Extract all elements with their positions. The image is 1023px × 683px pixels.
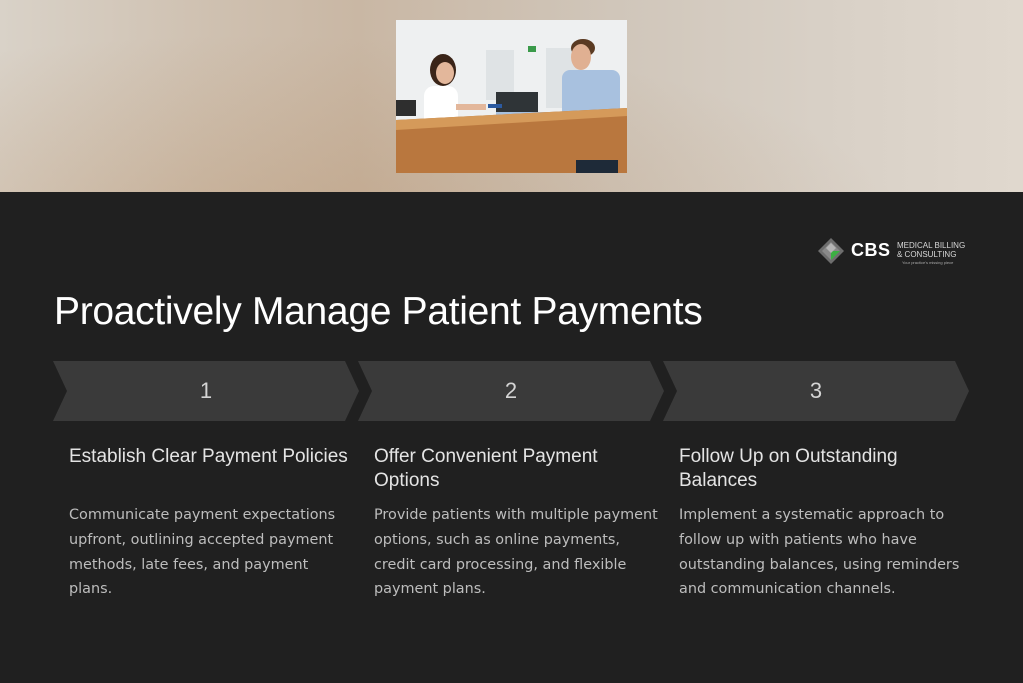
reception-illustration: [396, 20, 627, 173]
logo-abbr: CBS: [851, 240, 891, 260]
step-3-number: 3: [809, 378, 823, 403]
step-3-description: Implement a systematic approach to follo…: [679, 507, 960, 598]
step-1-description: Communicate payment expectations upfront…: [69, 507, 336, 598]
step-3-title: Follow Up on Outstanding Balances: [679, 446, 898, 491]
step-1-title: Establish Clear Payment Policies: [69, 446, 348, 467]
company-logo: CBS MEDICAL BILLING & CONSULTING Your pr…: [818, 236, 968, 268]
logo-line-1: MEDICAL BILLING: [897, 241, 966, 250]
step-2-number: 2: [504, 378, 518, 403]
step-2-title: Offer Convenient Payment Options: [374, 446, 598, 491]
page-title: Proactively Manage Patient Payments: [54, 290, 703, 333]
step-2-description: Provide patients with multiple payment o…: [374, 507, 658, 598]
step-1-number: 1: [199, 378, 213, 403]
logo-subtitle: MEDICAL BILLING & CONSULTING: [897, 241, 965, 259]
logo-line-2: & CONSULTING: [897, 250, 957, 259]
logo-tagline: Your practice's missing piece: [902, 260, 954, 265]
logo-diamond-icon: [818, 238, 844, 264]
hero-banner: [0, 0, 1023, 192]
reception-desk-photo: [396, 20, 627, 173]
